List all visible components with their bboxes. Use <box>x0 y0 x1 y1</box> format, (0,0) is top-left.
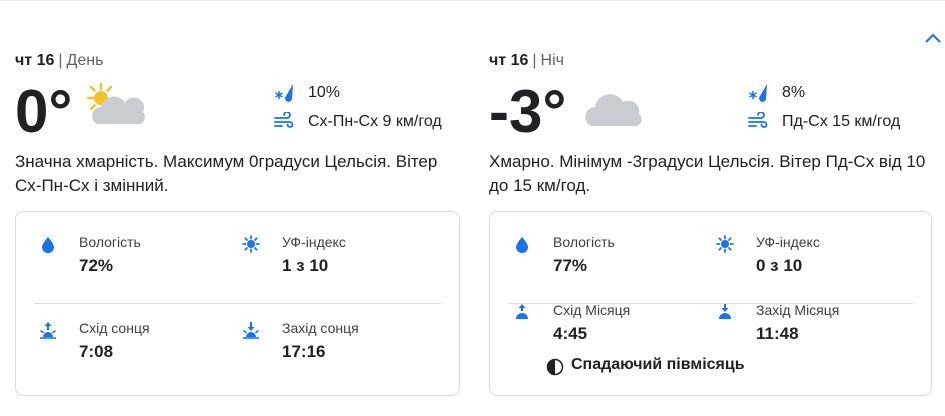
humidity-value: 77% <box>553 256 588 275</box>
partly-cloudy-icon <box>86 82 145 124</box>
humidity-value: 72% <box>79 256 114 275</box>
moonset-icon <box>719 304 731 319</box>
uv-label: УФ-індекс <box>756 234 820 250</box>
sunrise-icon <box>40 322 56 339</box>
details-divider <box>34 303 441 304</box>
temperature: 0° <box>15 78 73 145</box>
day-forecast-panel: чт 16 | День 0° 10% Сх-Пн-Сх 9 км/год Знач… <box>15 0 463 416</box>
moonrise-icon <box>516 304 528 319</box>
moonrise-value: 4:45 <box>553 324 588 343</box>
uv-sun-icon <box>716 235 734 253</box>
uv-value: 1 з 10 <box>282 256 329 275</box>
wind-value: Сх-Пн-Сх 9 км/год <box>308 113 442 130</box>
precipitation-value: 8% <box>782 84 806 101</box>
humidity-label: Вологість <box>553 234 615 250</box>
uv-sun-icon <box>242 235 260 253</box>
forecast-summary: Значна хмарність. Максимум 0градуси Цель… <box>15 152 438 195</box>
details-card: Вологість 77% УФ-індекс 0 з 10 Схід Міся… <box>489 211 932 396</box>
uv-label: УФ-індекс <box>282 234 346 250</box>
sunset-icon <box>243 322 259 339</box>
period-label: День <box>66 52 104 69</box>
sunset-label: Захід сонця <box>282 320 359 336</box>
heading-separator: | <box>532 52 537 69</box>
night-forecast-panel: чт 16 | Ніч -3° 8% Пд-Сх 15 км/год Хмарно.… <box>489 0 937 416</box>
moon-phase-label: Спадаючий півмісяць <box>571 356 745 373</box>
wind-value: Пд-Сх 15 км/год <box>782 113 901 130</box>
forecast-summary: Хмарно. Мінімум -3градуси Цельсія. Вітер… <box>489 152 926 195</box>
water-drop-icon <box>42 237 54 253</box>
wind-icon <box>748 112 768 128</box>
precipitation-value: 10% <box>308 84 341 101</box>
details-card: Вологість 72% УФ-індекс 1 з 10 Схід сонц… <box>15 211 460 396</box>
uv-value: 0 з 10 <box>756 256 803 275</box>
day-label: чт 16 <box>15 52 55 69</box>
humidity-label: Вологість <box>79 234 141 250</box>
temperature: -3° <box>489 78 567 145</box>
heading-separator: | <box>58 52 63 69</box>
moonset-label: Захід Місяця <box>756 302 840 318</box>
period-label: Ніч <box>540 52 564 69</box>
cloudy-icon <box>585 94 642 126</box>
panel-heading: чт 16 | Ніч <box>489 52 564 70</box>
sunrise-label: Схід сонця <box>79 320 150 336</box>
moonrise-label: Схід Місяця <box>553 302 631 318</box>
precipitation-icon <box>749 84 767 102</box>
water-drop-icon <box>516 237 528 253</box>
half-moon-icon <box>546 358 564 376</box>
moonset-value: 11:48 <box>756 324 799 343</box>
precipitation-icon <box>275 84 293 102</box>
wind-icon <box>274 112 294 128</box>
panel-heading: чт 16 | День <box>15 52 103 70</box>
sunrise-value: 7:08 <box>79 342 114 361</box>
sunset-value: 17:16 <box>282 342 326 361</box>
day-label: чт 16 <box>489 52 529 69</box>
